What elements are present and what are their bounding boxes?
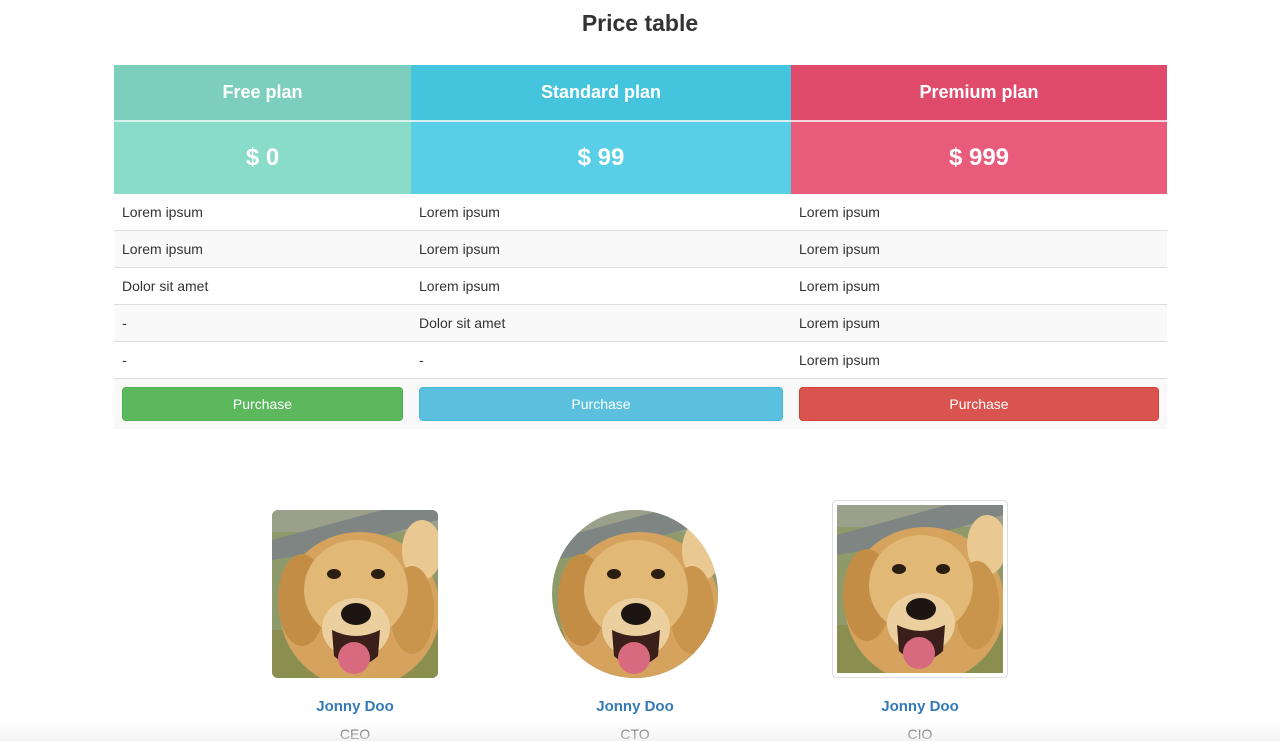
feature-row: Lorem ipsum Lorem ipsum Lorem ipsum [114,231,1167,268]
team-member-card: Jonny Doo CEO [245,510,465,742]
plan-price-row: $ 0 $ 99 $ 999 [114,122,1167,194]
purchase-standard-button[interactable]: Purchase [419,387,783,421]
plan-price-premium: $ 999 [791,122,1167,194]
feature-row: Lorem ipsum Lorem ipsum Lorem ipsum [114,194,1167,231]
feature-cell: Lorem ipsum [122,241,203,257]
feature-cell: Lorem ipsum [799,352,880,368]
plan-price-standard: $ 99 [411,122,791,194]
purchase-premium-button[interactable]: Purchase [799,387,1159,421]
feature-cell: Dolor sit amet [122,278,209,294]
plan-name-standard: Standard plan [411,65,791,120]
feature-row: - - Lorem ipsum [114,342,1167,379]
feature-cell: Lorem ipsum [799,241,880,257]
plan-header-row: Free plan Standard plan Premium plan [114,65,1167,120]
feature-cell: Lorem ipsum [799,315,880,331]
feature-cell: Lorem ipsum [799,278,880,294]
dog-photo-icon [552,510,718,678]
plan-name-premium: Premium plan [791,65,1167,120]
bottom-shadow [0,723,1280,741]
plan-name-free: Free plan [114,65,411,120]
feature-cell: - [419,352,424,368]
feature-cell: Lorem ipsum [419,278,500,294]
feature-cell: Dolor sit amet [419,315,506,331]
feature-cell: - [122,315,127,331]
dog-photo-icon [832,500,1008,678]
price-table: Free plan Standard plan Premium plan $ 0… [114,65,1167,429]
member-name-link[interactable]: Jonny Doo [525,698,745,715]
feature-row: - Dolor sit amet Lorem ipsum [114,305,1167,342]
feature-cell: Lorem ipsum [419,204,500,220]
purchase-free-button[interactable]: Purchase [122,387,403,421]
purchase-row: Purchase Purchase Purchase [114,379,1167,429]
plan-price-free: $ 0 [114,122,411,194]
team-member-card: Jonny Doo CTO [525,510,745,742]
member-name-link[interactable]: Jonny Doo [810,698,1030,715]
feature-cell: Lorem ipsum [122,204,203,220]
page-title: Price table [581,10,699,36]
feature-row: Dolor sit amet Lorem ipsum Lorem ipsum [114,268,1167,305]
team-member-card: Jonny Doo CIO [810,500,1030,742]
feature-cell: Lorem ipsum [799,204,880,220]
feature-cell: - [122,352,127,368]
member-name-link[interactable]: Jonny Doo [245,698,465,715]
feature-cell: Lorem ipsum [419,241,500,257]
dog-photo-icon [272,510,438,678]
